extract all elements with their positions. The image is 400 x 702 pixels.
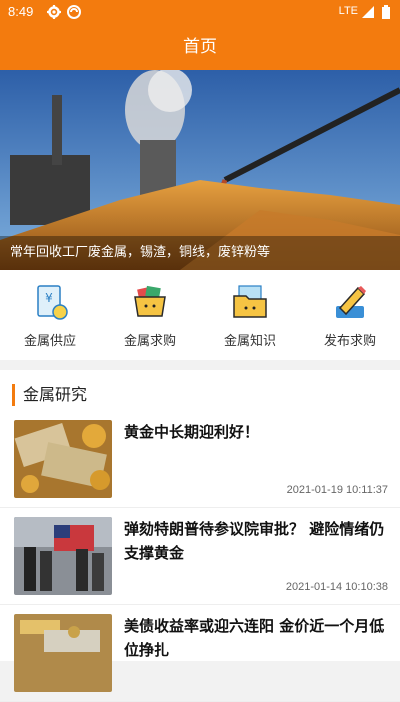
- battery-icon: [382, 5, 390, 19]
- news-thumbnail: [14, 420, 112, 498]
- news-section: 金属研究 黄金中长期迎利好！ 2021-01-19 10:11:37 弹劾特朗普…: [0, 370, 400, 702]
- document-yen-icon: ¥: [37, 285, 68, 320]
- menu-item-label: 发布求购: [323, 334, 376, 349]
- svg-text:¥: ¥: [45, 291, 53, 305]
- menu-item-label: 金属供应: [23, 334, 76, 349]
- status-time: 8:49: [8, 4, 34, 19]
- status-bar: 8:49 LTE: [0, 0, 400, 24]
- page-title: 首页: [183, 37, 217, 57]
- news-date: 2021-01-14 10:10:38: [285, 581, 388, 593]
- pencil-icon: [336, 286, 366, 318]
- news-thumbnail: [14, 517, 112, 595]
- news-title: 弹劾特朗普待参议院审批？ 避险情绪仍支撑黄金: [124, 520, 385, 562]
- sync-icon: [67, 5, 81, 19]
- news-item[interactable]: 美债收益率或迎六连阳 金价近一个月低位挣扎: [0, 606, 400, 702]
- category-menu: ¥ 金属供应 金属求购 金属知识 发布求购: [0, 270, 400, 360]
- news-title: 美债收益率或迎六连阳 金价近一个月低位挣扎: [124, 617, 385, 659]
- news-item[interactable]: 黄金中长期迎利好！ 2021-01-19 10:11:37: [0, 412, 400, 508]
- basket-icon: [134, 285, 166, 317]
- settings-gear-icon: [47, 5, 61, 19]
- menu-item-metal-supply[interactable]: ¥ 金属供应: [0, 270, 100, 360]
- menu-item-post-purchase[interactable]: 发布求购: [300, 270, 400, 360]
- banner-carousel[interactable]: 常年回收工厂废金属，锡渣，铜线，废锌粉等: [0, 70, 400, 270]
- news-item[interactable]: 弹劾特朗普待参议院审批？ 避险情绪仍支撑黄金 2021-01-14 10:10:…: [0, 509, 400, 605]
- app-bar: 首页: [0, 24, 400, 70]
- menu-item-metal-purchase[interactable]: 金属求购: [100, 270, 200, 360]
- network-label: LTE: [338, 5, 358, 17]
- section-title: 金属研究: [12, 384, 87, 406]
- news-thumbnail: [14, 614, 112, 692]
- signal-icon: [362, 6, 374, 18]
- news-title: 黄金中长期迎利好！: [124, 423, 260, 441]
- menu-item-label: 金属求购: [123, 334, 176, 349]
- menu-item-label: 金属知识: [223, 334, 276, 349]
- menu-item-metal-knowledge[interactable]: 金属知识: [200, 270, 300, 360]
- banner-caption: 常年回收工厂废金属，锡渣，铜线，废锌粉等: [0, 236, 400, 270]
- folder-icon: [233, 285, 267, 318]
- news-date: 2021-01-19 10:11:37: [286, 484, 388, 496]
